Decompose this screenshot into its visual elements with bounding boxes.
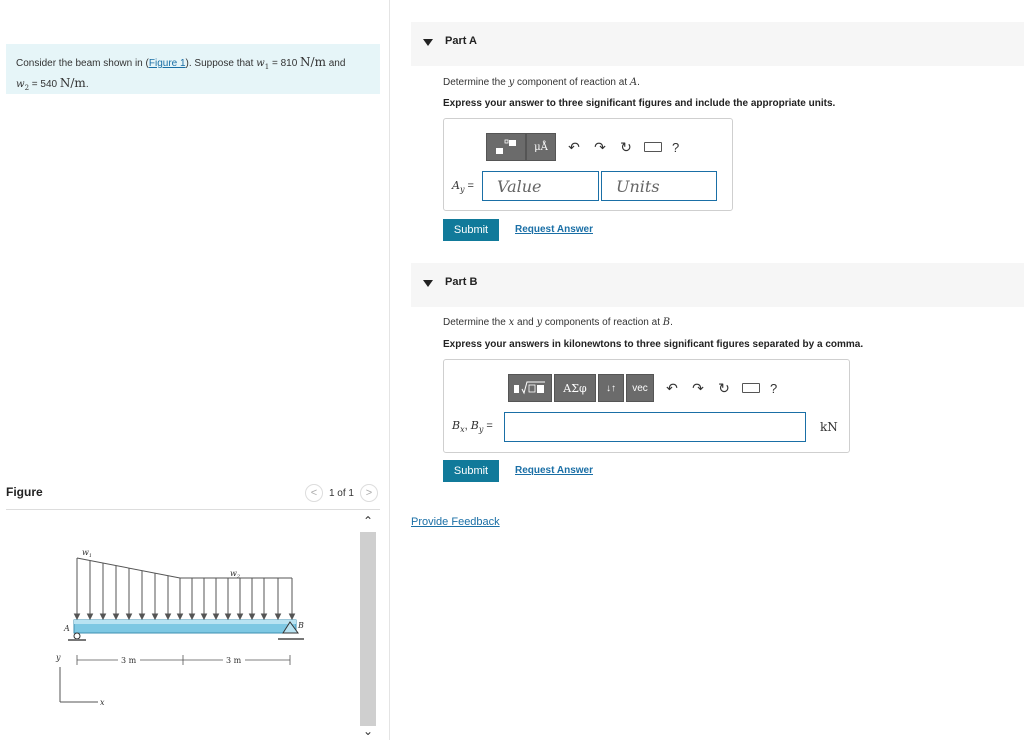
w2-symbol: w (16, 79, 25, 90)
part-b-question: Determine the x and y components of reac… (443, 317, 673, 328)
label-x: x (100, 698, 105, 707)
chevron-right-icon: > (365, 487, 373, 499)
arrows-button[interactable]: ↓↑ (598, 374, 624, 402)
part-b-header[interactable]: Part B (411, 263, 1024, 307)
part-b-request-answer-link[interactable]: Request Answer (515, 465, 593, 476)
part-a-instruction: Express your answer to three significant… (443, 98, 836, 109)
part-b-toolbar: ΑΣφ ↓↑ vec ↶ ↷ ↻ ? (508, 374, 777, 402)
dim-label-1: 3 m (121, 656, 137, 665)
vec-icon: vec (632, 382, 648, 394)
help-icon[interactable]: ? (770, 381, 777, 396)
w2-unit: N/m (59, 76, 86, 90)
part-b-var-bx: B (452, 419, 461, 432)
greek-icon: ΑΣφ (563, 381, 587, 395)
left-panel: Consider the beam shown in (Figure 1). S… (0, 0, 390, 740)
part-b-q-and: and (514, 317, 537, 328)
right-panel: Part A Determine the y component of reac… (391, 0, 1024, 740)
w1-symbol: w (256, 58, 265, 69)
label-y: y (55, 653, 61, 662)
collapse-triangle-icon (423, 39, 433, 46)
part-a-submit-button[interactable]: Submit (443, 219, 499, 241)
w1-value: = 810 (269, 58, 301, 69)
part-a-var-label: Ay = (452, 179, 474, 194)
chevron-up-icon: ⌃ (362, 514, 374, 528)
part-a-q-mid: component of reaction at (514, 77, 630, 88)
part-b-var-label: Bx, By = (452, 419, 493, 434)
part-b-unit-label: kN (820, 420, 838, 434)
problem-text-mid: ). Suppose that (185, 58, 257, 69)
load-arrows (73, 558, 296, 621)
figure-page-count: 1 of 1 (328, 487, 354, 499)
reset-icon[interactable]: ↻ (716, 380, 732, 397)
part-a-answer-box: μÅ ↶ ↷ ↻ ? Ay = Value Units (443, 118, 733, 211)
part-a-q-end: . (637, 77, 640, 88)
part-a-header[interactable]: Part A (411, 22, 1024, 66)
arrows-icon: ↓↑ (606, 382, 616, 394)
part-b-q-mid: components of reaction at (542, 317, 663, 328)
help-icon[interactable]: ? (672, 140, 679, 155)
label-b: B (297, 621, 304, 630)
figure-header: Figure < 1 of 1 > (6, 482, 380, 510)
part-b-label: Part B (445, 276, 478, 288)
part-a-request-answer-link[interactable]: Request Answer (515, 224, 593, 235)
problem-and: and (325, 58, 346, 69)
beam-figure: w1 w2 A B 3 m 3 m y x (55, 548, 304, 707)
provide-feedback-link[interactable]: Provide Feedback (411, 516, 500, 528)
label-w1: w1 (82, 548, 92, 559)
problem-text-prefix: Consider the beam shown in ( (16, 58, 149, 69)
vector-button[interactable]: vec (626, 374, 654, 402)
units-input[interactable]: Units (601, 171, 717, 201)
part-b-q-end: . (670, 317, 673, 328)
part-b-submit-button[interactable]: Submit (443, 460, 499, 482)
chevron-down-icon: ⌄ (362, 724, 374, 738)
pin-support-a (73, 632, 81, 640)
dim-label-2: 3 m (226, 656, 242, 665)
undo-icon[interactable]: ↶ (566, 139, 582, 156)
part-b-var-by: B (470, 419, 479, 432)
reset-icon[interactable]: ↻ (618, 139, 634, 156)
prev-figure-button[interactable]: < (304, 484, 323, 502)
scroll-thumb[interactable] (360, 532, 376, 726)
scroll-down-button[interactable]: ⌄ (358, 722, 378, 740)
redo-icon[interactable]: ↷ (690, 380, 706, 397)
problem-end: . (85, 79, 89, 90)
part-b-answer-input[interactable] (504, 412, 806, 442)
label-a: A (63, 624, 70, 633)
part-b-instruction: Express your answers in kilonewtons to t… (443, 339, 864, 350)
templates-button[interactable] (486, 133, 526, 161)
figure-link[interactable]: Figure 1 (149, 58, 186, 69)
w2-value: = 540 (29, 79, 60, 90)
part-a-label: Part A (445, 35, 477, 47)
value-input[interactable]: Value (482, 171, 599, 201)
figure-scrollbar[interactable]: ⌃ ⌄ (358, 512, 378, 740)
units-button[interactable]: μÅ (526, 133, 556, 161)
sqrt-template-icon (514, 381, 545, 395)
problem-statement: Consider the beam shown in (Figure 1). S… (6, 44, 380, 94)
w1-unit: N/m (300, 55, 326, 69)
next-figure-button[interactable]: > (360, 484, 378, 502)
keyboard-icon[interactable] (742, 383, 760, 393)
part-b-answer-box: ΑΣφ ↓↑ vec ↶ ↷ ↻ ? Bx, By = kN (443, 359, 850, 453)
figure-title: Figure (6, 485, 43, 499)
part-a-toolbar: μÅ ↶ ↷ ↻ ? (486, 133, 679, 161)
part-a-q-prefix: Determine the (443, 77, 509, 88)
collapse-triangle-icon (423, 280, 433, 287)
greek-symbols-button[interactable]: ΑΣφ (554, 374, 596, 402)
keyboard-icon[interactable] (644, 142, 662, 152)
undo-icon[interactable]: ↶ (664, 380, 680, 397)
part-b-q-prefix: Determine the (443, 317, 509, 328)
units-symbol-icon: μÅ (534, 141, 548, 153)
chevron-left-icon: < (310, 487, 318, 499)
redo-icon[interactable]: ↷ (592, 139, 608, 156)
math-templates-button[interactable] (508, 374, 552, 402)
part-a-var: A (452, 179, 460, 192)
part-a-eq: = (464, 180, 474, 192)
scroll-up-button[interactable]: ⌃ (358, 512, 378, 530)
fraction-template-icon (496, 139, 516, 154)
beam-highlight (74, 620, 296, 624)
part-b-eq: = (483, 420, 493, 432)
figure-pager: < 1 of 1 > (304, 484, 378, 502)
part-a-question: Determine the y component of reaction at… (443, 77, 640, 88)
